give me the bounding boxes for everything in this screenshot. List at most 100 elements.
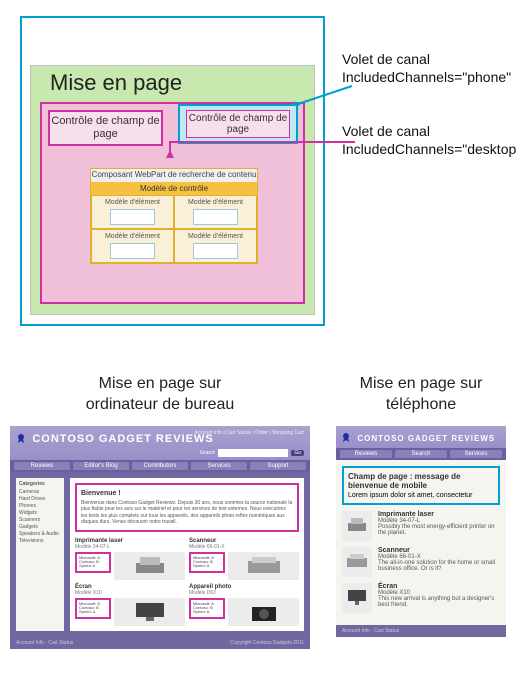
item-template: Modèle d'élément [91,229,174,263]
printer-icon [345,517,369,535]
sidebar-item[interactable]: Scanners [19,517,61,523]
sidebar-item[interactable]: Hard Drives [19,496,61,502]
scanner-icon [244,555,284,577]
product-specs: Microsoft: A Contoso: B Speed: A [75,552,111,573]
nav-tab[interactable]: Search [395,450,447,458]
item-placeholder [193,243,238,259]
nav-tab[interactable]: Services [450,450,502,458]
item-placeholder [110,209,155,225]
product-image [114,598,185,626]
callout-line: Volet de canal [342,123,430,139]
product-image [114,552,185,580]
rendered-examples: Mise en page sur ordinateur de bureau CO… [10,374,506,649]
item-placeholder [193,209,238,225]
sidebar-item[interactable]: Televisions [19,538,61,544]
search-row: Search Go [16,449,304,457]
search-input[interactable] [218,449,288,457]
nav-tabs: Reviews Search Services [336,448,506,460]
product-card: Scanneur Modèle 66-01-X Microsoft: A Con… [189,538,299,580]
phone-layout-example: Mise en page sur téléphone CONTOSO GADGE… [336,374,506,649]
product-card: Appareil photo Modèle D6J Microsoft: A C… [189,584,299,626]
callout-phone-channel: Volet de canal IncludedChannels="phone" [342,50,511,86]
welcome-body: Bienvenue dans Contoso Gadget Reviews. D… [81,500,293,526]
layout-diagram: Mise en page Contrôle de champ de page C… [10,10,506,350]
title-line: ordinateur de bureau [86,396,235,413]
scanner-icon [345,553,369,571]
product-specs: Microsoft: A Contoso: B Speed: A [75,598,111,619]
welcome-page-field: Bienvenue ! Bienvenue dans Contoso Gadge… [75,483,299,532]
footer-copyright: Copyright Contoso Gadgets 2011 [230,640,304,646]
product-row: Écran Modèle X10 This new arrival is any… [342,583,500,613]
title-line: Mise en page sur [99,375,222,392]
product-specs: Microsoft: A Contoso: B Speed: A [189,598,225,619]
nav-tab[interactable]: Support [250,462,306,470]
printer-icon [130,555,170,577]
desktop-layout-example: Mise en page sur ordinateur de bureau CO… [10,374,310,649]
search-go-button[interactable]: Go [291,450,304,456]
title-line: Mise en page sur [360,375,483,392]
site-body: Categories Cameras Hard Drives Phones Wi… [10,472,310,637]
footer-links[interactable]: Account Info · Cart Status [16,640,73,646]
product-row: Imprimante laser Modèle 34-07-L Possibly… [342,511,500,541]
item-template: Modèle d'élément [91,195,174,229]
phone-example-title: Mise en page sur téléphone [336,374,506,416]
nav-tab[interactable]: Reviews [14,462,70,470]
site-footer: Account Info · Cart Status [336,625,506,637]
site-header: CONTOSO GADGET REVIEWS Account Info | Ca… [10,426,310,460]
welcome-heading: Bienvenue ! [81,489,293,498]
product-card: Imprimante laser Modèle 34-07-L Microsof… [75,538,185,580]
item-template: Modèle d'élément [174,195,257,229]
product-desc: The all-in-one solution for the home or … [378,560,500,572]
sidebar-item[interactable]: Cameras [19,489,61,495]
product-title: Scanneur [378,547,500,554]
nav-tab[interactable]: Reviews [340,450,392,458]
content-search-webpart: Composant WebPart de recherche de conten… [90,168,258,264]
product-specs: Microsoft: A Contoso: B Speed: A [189,552,225,573]
monitor-icon [130,601,170,623]
footer-links[interactable]: Account Info · Cart Status [342,628,399,634]
item-template-label: Modèle d'élément [105,233,160,240]
callout-line: Volet de canal [342,51,430,67]
product-model: Modèle 66-01-X [189,544,299,550]
brand-text: ONTOSO GADGET REVIEWS [41,433,213,445]
product-image [342,547,372,577]
monitor-icon [345,589,369,607]
main-content: Bienvenue ! Bienvenue dans Contoso Gadge… [70,478,304,631]
mobile-welcome-page-field: Champ de page : message de bienvenue de … [342,466,500,505]
search-label: Search [199,450,215,456]
item-placeholder [110,243,155,259]
desktop-example-title: Mise en page sur ordinateur de bureau [10,374,310,416]
product-title: Écran [378,583,500,590]
product-image [342,511,372,541]
nav-tab[interactable]: Editor's Blog [73,462,129,470]
product-desc: Possibly the most energy-efficient print… [378,524,500,536]
top-utility-links[interactable]: Account Info | Cart Status | Order | Sho… [194,430,304,436]
ribbon-icon [16,433,26,443]
sidebar-item[interactable]: Widgets [19,510,61,516]
site-logo: CONTOSO GADGET REVIEWS [341,430,501,444]
item-template-label: Modèle d'élément [105,199,160,206]
mobile-welcome-heading: Champ de page : message de bienvenue de … [348,472,494,490]
sidebar-item[interactable]: Phones [19,503,61,509]
product-model: Modèle 34-07-L [75,544,185,550]
nav-tab[interactable]: Contributors [132,462,188,470]
product-grid: Imprimante laser Modèle 34-07-L Microsof… [75,538,299,626]
mobile-welcome-body: Lorem ipsum dolor sit amet, consectetur [348,492,494,499]
site-footer: Account Info · Cart Status Copyright Con… [10,637,310,649]
product-model: Modèle X10 [75,590,185,596]
callout-desktop-channel: Volet de canal IncludedChannels="desktop… [342,122,516,158]
sidebar-item[interactable]: Gadgets [19,524,61,530]
control-template-label: Modèle de contrôle [91,182,257,195]
product-card: Écran Modèle X10 Microsoft: A Contoso: B… [75,584,185,626]
item-template-label: Modèle d'élément [188,233,243,240]
item-template: Modèle d'élément [174,229,257,263]
camera-icon [244,601,284,623]
page-field-control-phone: Contrôle de champ de page [186,110,290,138]
webpart-header: Composant WebPart de recherche de conten… [91,169,257,182]
title-line: téléphone [386,396,456,413]
item-template-label: Modèle d'élément [188,199,243,206]
nav-tabs: Reviews Editor's Blog Contributors Servi… [10,460,310,472]
sidebar-item[interactable]: Speakers & Audio [19,531,61,537]
nav-tab[interactable]: Services [191,462,247,470]
item-template-grid: Modèle d'élément Modèle d'élément Modèle… [91,195,257,263]
